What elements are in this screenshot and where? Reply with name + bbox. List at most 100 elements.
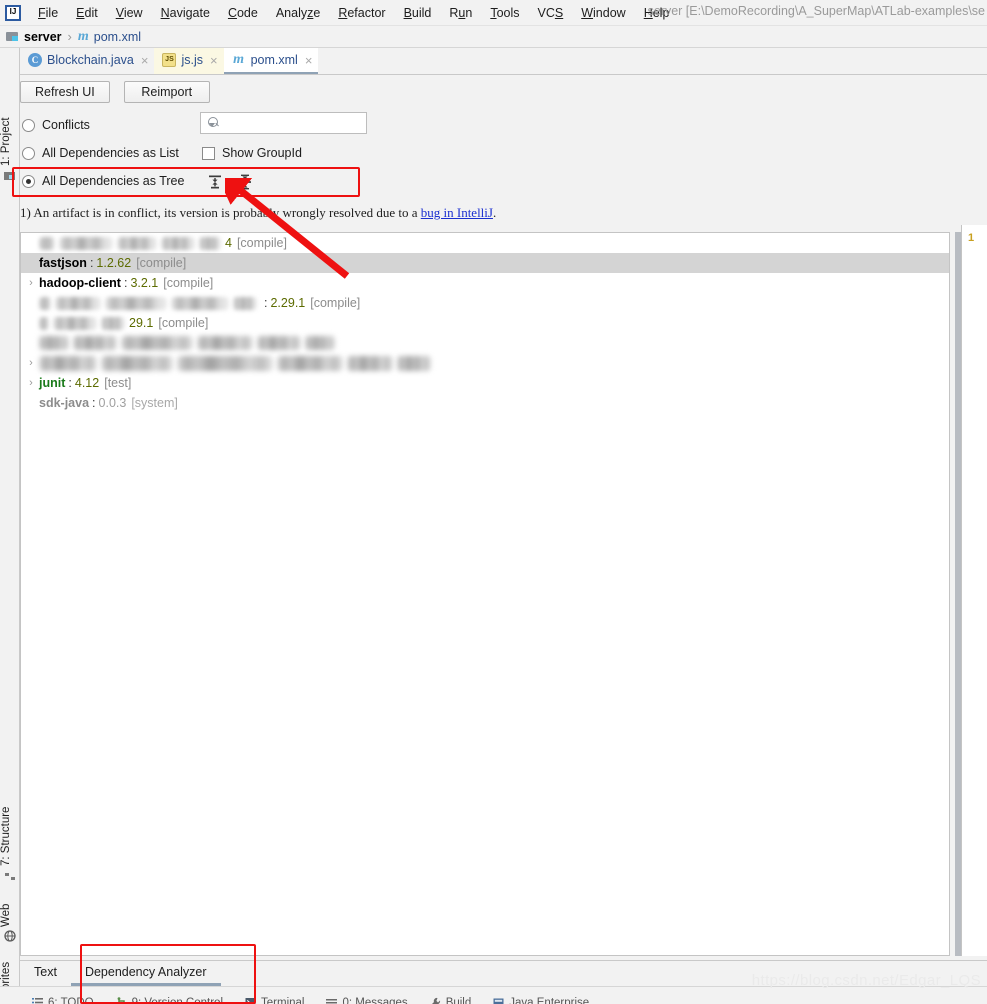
table-row[interactable]: › junit : 4.12 [test] xyxy=(21,373,949,393)
close-icon[interactable]: × xyxy=(141,53,149,68)
redacted-block xyxy=(199,236,221,250)
dependency-scope: [compile] xyxy=(163,276,214,290)
search-input[interactable] xyxy=(200,112,380,134)
dependency-scope: [compile] xyxy=(136,256,187,270)
redacted-block xyxy=(101,355,173,371)
status-bar: 6: TODO 9: Version Control Terminal 0: M… xyxy=(0,986,987,1004)
close-icon[interactable]: × xyxy=(305,53,313,68)
redacted-block xyxy=(39,336,69,350)
refresh-ui-button[interactable]: Refresh UI xyxy=(20,81,110,103)
separator: : xyxy=(264,296,268,310)
menu-code[interactable]: Code xyxy=(219,3,267,23)
dependency-name: fastjson xyxy=(39,256,87,270)
checkbox-label: Show GroupId xyxy=(222,146,302,160)
radio-conflicts[interactable]: Conflicts xyxy=(22,118,90,132)
maven-icon: m xyxy=(77,28,89,44)
table-row[interactable] xyxy=(21,333,949,353)
redacted-block xyxy=(197,336,253,350)
right-side-panel: 1 xyxy=(961,225,987,956)
menu-refactor[interactable]: Refactor xyxy=(329,3,394,23)
radio-label: All Dependencies as Tree xyxy=(42,174,185,188)
breadcrumb-module[interactable]: server xyxy=(24,30,62,44)
tab-pom-xml[interactable]: m pom.xml × xyxy=(223,48,319,74)
redacted-block xyxy=(39,236,55,250)
sidebar-item-web[interactable]: Web xyxy=(0,893,20,927)
menu-file[interactable]: File xyxy=(29,3,67,23)
menu-tools[interactable]: Tools xyxy=(481,3,528,23)
java-enterprise-icon xyxy=(493,997,504,1004)
editor-tab-strip: C Blockchain.java × JS js.js × m pom.xml… xyxy=(20,48,987,75)
search-text-field[interactable] xyxy=(215,115,380,131)
radio-all-dependencies-as-list[interactable]: All Dependencies as List xyxy=(22,146,179,160)
redacted-block xyxy=(59,236,113,250)
dependency-tree[interactable]: 4 [compile] fastjson : 1.2.62 [compile] … xyxy=(20,232,950,956)
checkbox-show-groupid[interactable]: Show GroupId xyxy=(202,146,302,160)
table-row[interactable]: sdk-java : 0.0.3 [system] xyxy=(21,393,949,413)
conflict-note-suffix: . xyxy=(492,205,497,220)
table-row[interactable]: 4 [compile] xyxy=(21,233,949,253)
radio-all-dependencies-as-tree[interactable]: All Dependencies as Tree xyxy=(22,174,184,188)
tab-blockchain-java[interactable]: C Blockchain.java × xyxy=(20,48,154,74)
redacted-block xyxy=(397,355,431,371)
table-row[interactable]: : 2.29.1 [compile] xyxy=(21,293,949,313)
status-java-enterprise[interactable]: Java Enterprise xyxy=(493,997,589,1004)
structure-icon xyxy=(4,871,16,883)
bug-in-intellij-link[interactable]: bug in IntelliJ xyxy=(421,205,493,220)
dependency-scope: [compile] xyxy=(158,316,209,330)
table-row[interactable]: › xyxy=(21,353,949,373)
intellij-window: File Edit View Navigate Code Analyze Ref… xyxy=(0,0,987,1004)
table-row[interactable]: fastjson : 1.2.62 [compile] xyxy=(21,253,949,273)
dependency-name: junit xyxy=(39,376,66,390)
tab-js-js[interactable]: JS js.js × xyxy=(154,48,224,74)
checkbox-indicator xyxy=(202,146,215,160)
status-terminal[interactable]: Terminal xyxy=(245,997,304,1004)
java-class-icon: C xyxy=(28,53,42,67)
redacted-block xyxy=(39,355,97,371)
tab-text[interactable]: Text xyxy=(20,961,71,986)
sidebar-item-structure[interactable]: 7: Structure xyxy=(0,788,20,866)
menu-navigate[interactable]: Navigate xyxy=(152,3,219,23)
status-todo[interactable]: 6: TODO xyxy=(32,997,94,1004)
dependency-scope: [system] xyxy=(131,396,178,410)
table-row[interactable]: › hadoop-client : 3.2.1 [compile] xyxy=(21,273,949,293)
radio-label: Conflicts xyxy=(42,118,90,132)
menu-window[interactable]: Window xyxy=(572,3,634,23)
redacted-block xyxy=(117,236,157,250)
tree-expander[interactable]: › xyxy=(23,353,39,373)
status-version-control[interactable]: 9: Version Control xyxy=(116,997,223,1004)
reimport-button[interactable]: Reimport xyxy=(123,81,210,103)
redacted-block xyxy=(257,336,301,350)
expand-all-icon[interactable] xyxy=(206,173,224,191)
status-build[interactable]: Build xyxy=(430,997,471,1004)
menu-bar: File Edit View Navigate Code Analyze Ref… xyxy=(0,0,987,26)
left-tool-rail: 1: Project 7: Structure Web 2: Favorites xyxy=(0,48,20,1004)
close-icon[interactable]: × xyxy=(210,53,218,68)
radio-indicator xyxy=(22,118,35,132)
status-label: Java Enterprise xyxy=(509,996,590,1004)
menu-view[interactable]: View xyxy=(107,3,152,23)
collapse-all-icon[interactable] xyxy=(236,173,254,191)
vcs-icon xyxy=(116,997,127,1004)
menu-vcs[interactable]: VCS xyxy=(529,3,573,23)
breadcrumb-file[interactable]: pom.xml xyxy=(94,30,141,44)
status-messages[interactable]: 0: Messages xyxy=(326,997,408,1004)
redacted-block xyxy=(347,355,393,371)
menu-analyze[interactable]: Analyze xyxy=(267,3,329,23)
tab-dependency-analyzer[interactable]: Dependency Analyzer xyxy=(70,961,221,986)
tree-expander[interactable]: › xyxy=(23,373,39,393)
dependency-version: 1.2.62 xyxy=(96,256,132,270)
sidebar-item-project[interactable]: 1: Project xyxy=(0,104,20,166)
radio-indicator xyxy=(22,174,35,188)
redacted-block xyxy=(277,355,343,371)
menu-build[interactable]: Build xyxy=(395,3,441,23)
menu-run[interactable]: Run xyxy=(440,3,481,23)
table-row[interactable]: 29.1 [compile] xyxy=(21,313,949,333)
messages-icon xyxy=(326,997,338,1004)
menu-edit[interactable]: Edit xyxy=(67,3,107,23)
window-project-path: server [E:\DemoRecording\A_SuperMap\ATLa… xyxy=(647,4,985,18)
dependency-scope: [compile] xyxy=(236,236,287,250)
tree-expander[interactable]: › xyxy=(23,273,39,293)
conflict-note: 1) An artifact is in conflict, its versi… xyxy=(20,205,950,221)
build-icon xyxy=(430,997,441,1004)
dependency-name: hadoop-client xyxy=(39,276,121,290)
